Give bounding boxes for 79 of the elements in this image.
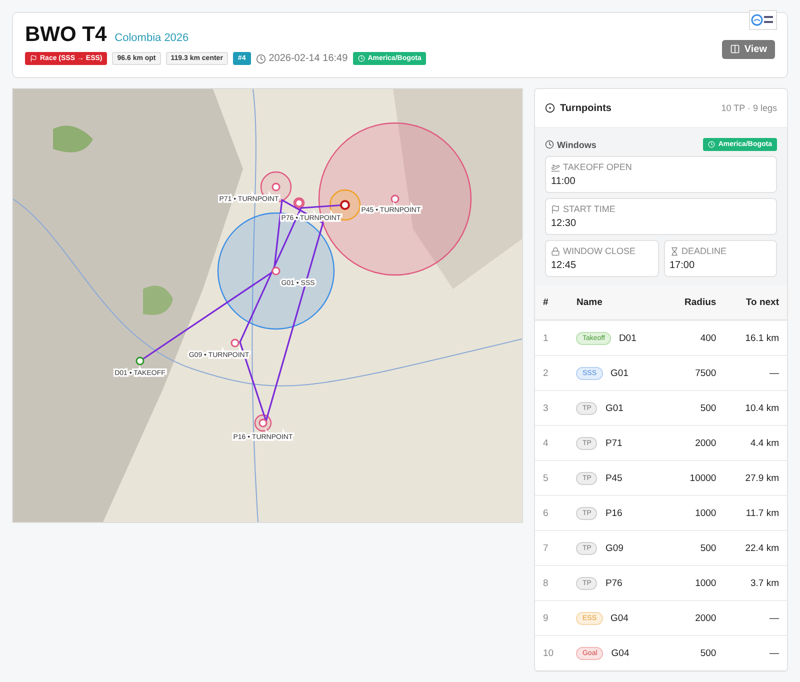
row-number: 3 [535,390,568,426]
waypoint-marker[interactable] [294,198,304,208]
hourglass-icon [670,246,678,256]
forest-area [53,126,93,152]
flag-icon [551,204,560,214]
window-label: TAKEOFF OPEN [563,162,632,172]
flag-icon [30,55,37,62]
radius-cell: 7500 [664,356,724,390]
waypoint-marker[interactable] [272,266,280,276]
turnpoint-name: P45 [605,472,622,484]
window-label: START TIME [563,204,616,214]
waypoint-marker[interactable] [230,338,240,348]
distance-cell: — [724,356,787,390]
task-datetime: 2026-02-14 16:49 [268,53,348,64]
turnpoint-name: P16 [605,508,622,518]
row-number: 2 [535,356,568,390]
clock-icon [358,55,365,62]
radius-cell: 500 [664,636,724,670]
turnpoint-name: G04 [611,648,630,658]
window-time: 12:30 [551,218,578,229]
waypoint-marker[interactable] [136,356,144,366]
windows-title: Windows [557,140,596,150]
turnpoint-name: G09 [605,542,624,554]
panel-title: Turnpoints [560,102,612,114]
turnpoint-name: G04 [610,612,628,624]
clock-icon [545,140,554,149]
turnpoint-name: G01 [605,402,624,414]
waypoint-marker[interactable] [272,182,280,192]
turnpoint-name: G01 [610,368,628,378]
row-number: 4 [535,426,568,460]
competition-link[interactable]: Colombia 2026 [114,32,189,44]
window-time: 17:00 [670,260,696,271]
column-header: To next [724,285,787,320]
distance-cell: 27.9 km [724,460,787,496]
row-number: 5 [535,460,568,496]
waypoint-marker[interactable] [258,418,268,428]
row-number: 6 [535,496,568,530]
target-icon [545,103,555,113]
row-number: 8 [535,566,568,600]
view-button[interactable]: View [722,40,775,58]
radius-cell: 1000 [664,496,724,530]
turnpoint-name: P71 [605,438,622,448]
radius-cell: 500 [664,530,724,566]
forest-area [143,286,173,315]
distance-cell: 10.4 km [724,390,787,426]
column-header: Name [568,285,664,320]
goal-marker[interactable] [340,200,350,210]
task-title: BWO T4 [25,23,107,47]
row-number: 10 [535,636,568,670]
radius-cell: 2000 [664,600,724,636]
radius-cell: 400 [664,320,724,356]
distance-cell: — [724,636,787,670]
column-header: Radius [664,285,724,320]
distance-cell: 4.4 km [724,426,787,460]
radius-cell: 1000 [664,566,724,600]
distance-cell: 3.7 km [724,566,787,600]
turnpoint-name: P76 [605,578,622,588]
row-number: 7 [535,530,568,566]
distance-cell: 16.1 km [724,320,787,356]
radius-cell: 2000 [664,426,724,460]
column-header: # [535,285,568,320]
row-number: 1 [535,320,568,356]
radius-cell: 500 [664,390,724,426]
window-time: 11:00 [551,176,576,187]
distance-cell: 11.7 km [724,496,787,530]
clock-icon [256,54,266,64]
turnpoint-name: D01 [618,332,636,344]
window-label: WINDOW CLOSE [563,246,636,256]
lock-icon [551,246,560,256]
plane-icon [551,162,560,172]
window-time: 12:45 [551,260,578,271]
row-number: 9 [535,600,568,636]
window-label: DEADLINE [682,246,727,256]
turnpoint-summary: 10 TP · 9 legs [721,103,777,113]
clock-icon [708,141,716,148]
distance-cell: 22.4 km [724,530,787,566]
radius-cell: 10000 [664,460,724,496]
distance-cell: — [724,600,787,636]
waypoint-marker[interactable] [390,194,400,204]
